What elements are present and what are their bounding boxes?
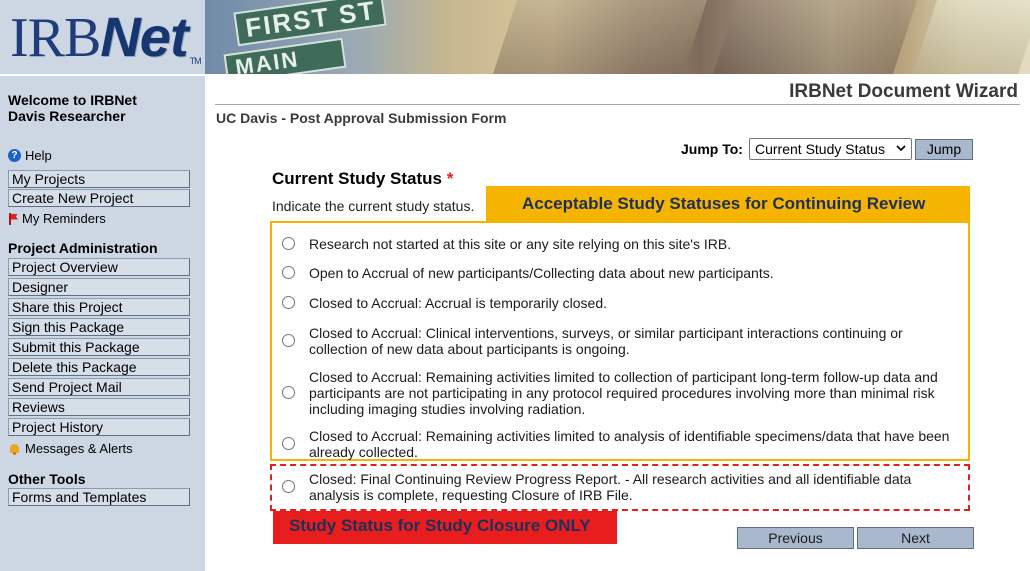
help-icon: ? [8,149,21,162]
sidebar-item-forms-templates[interactable]: Forms and Templates [8,488,190,506]
status-option[interactable]: Research not started at this site or any… [282,236,962,252]
messages-alerts-label: Messages & Alerts [25,441,133,456]
status-option-label: Closed to Accrual: Remaining activities … [309,369,938,417]
status-radio[interactable] [282,386,295,399]
page-title: IRBNet Document Wizard [789,81,1018,102]
my-reminders-link[interactable]: My Reminders [8,211,106,226]
header-banner: IRBNet TM FIRST ST MAIN [0,0,1030,74]
welcome-line: Welcome to IRBNet [8,92,137,108]
status-option-label: Closed to Accrual: Remaining activities … [309,428,950,460]
status-radio[interactable] [282,296,295,309]
sidebar-item-project-history[interactable]: Project History [8,418,190,436]
sidebar-item-submit-package[interactable]: Submit this Package [8,338,190,356]
status-option-label: Closed to Accrual: Accrual is temporaril… [309,295,608,311]
form-name: UC Davis - Post Approval Submission Form [216,110,507,126]
messages-alerts-link[interactable]: Messages & Alerts [8,441,133,456]
status-option[interactable]: Closed to Accrual: Clinical intervention… [282,325,962,357]
sidebar-item-my-projects[interactable]: My Projects [8,170,190,188]
my-reminders-label: My Reminders [22,211,106,226]
jump-to-label: Jump To: [681,141,743,157]
status-radio[interactable] [282,266,295,279]
status-radio[interactable] [282,334,295,347]
status-option[interactable]: Closed to Accrual: Accrual is temporaril… [282,295,962,311]
header-photo-collage: FIRST ST MAIN [205,0,1030,74]
status-option-label: Research not started at this site or any… [309,236,732,252]
sidebar-item-delete-package[interactable]: Delete this Package [8,358,190,376]
sidebar-item-designer[interactable]: Designer [8,278,190,296]
status-radio[interactable] [282,237,295,250]
status-option-label: Closed to Accrual: Clinical intervention… [309,325,903,357]
sidebar-item-project-overview[interactable]: Project Overview [8,258,190,276]
logo-text-net: Net [100,5,188,68]
question-title: Current Study Status * [272,169,453,189]
help-link[interactable]: ? Help [8,148,52,163]
irbnet-logo[interactable]: IRBNet TM [10,4,202,70]
project-administration-heading: Project Administration [8,240,158,256]
jump-to-selected-value: Current Study Status [755,141,885,157]
status-option[interactable]: Closed to Accrual: Remaining activities … [282,428,962,460]
status-radio[interactable] [282,437,295,450]
next-button[interactable]: Next [857,527,974,549]
status-option-label: Closed: Final Continuing Review Progress… [309,471,912,503]
help-label: Help [25,148,52,163]
logo-text-irb: IRB [10,7,101,69]
status-option-label: Open to Accrual of new participants/Coll… [309,265,774,281]
street-sign-first: FIRST ST [233,0,387,47]
question-help-text: Indicate the current study status. [272,198,475,214]
chevron-down-icon [896,145,906,152]
status-option[interactable]: Open to Accrual of new participants/Coll… [282,265,962,281]
jump-to-select[interactable]: Current Study Status [749,138,912,160]
status-radio[interactable] [282,480,295,493]
photo-researchers [712,0,918,74]
photo-satellite-dish [912,0,1030,74]
jump-button[interactable]: Jump [915,139,973,160]
bell-icon [8,443,21,455]
sidebar-item-share-project[interactable]: Share this Project [8,298,190,316]
sidebar-item-reviews[interactable]: Reviews [8,398,190,416]
sidebar-item-sign-package[interactable]: Sign this Package [8,318,190,336]
status-option-closure[interactable]: Closed: Final Continuing Review Progress… [282,471,962,503]
logo-area: IRBNet TM [0,0,205,74]
title-divider [215,104,1020,105]
photo-meeting [492,0,708,74]
status-option[interactable]: Closed to Accrual: Remaining activities … [282,369,962,417]
closure-status-callout: Study Status for Study Closure ONLY [273,511,617,544]
sidebar: Welcome to IRBNet Davis Researcher ? Hel… [0,76,205,571]
user-name: Davis Researcher [8,108,126,124]
previous-button[interactable]: Previous [737,527,854,549]
sidebar-item-send-project-mail[interactable]: Send Project Mail [8,378,190,396]
sidebar-item-create-new-project[interactable]: Create New Project [8,189,190,207]
question-title-text: Current Study Status [272,169,443,188]
acceptable-statuses-callout: Acceptable Study Statuses for Continuing… [486,186,970,221]
welcome-message: Welcome to IRBNet Davis Researcher [8,92,137,124]
other-tools-heading: Other Tools [8,471,86,487]
logo-trademark: TM [189,56,202,66]
required-indicator: * [446,169,454,188]
flag-icon [8,212,18,225]
